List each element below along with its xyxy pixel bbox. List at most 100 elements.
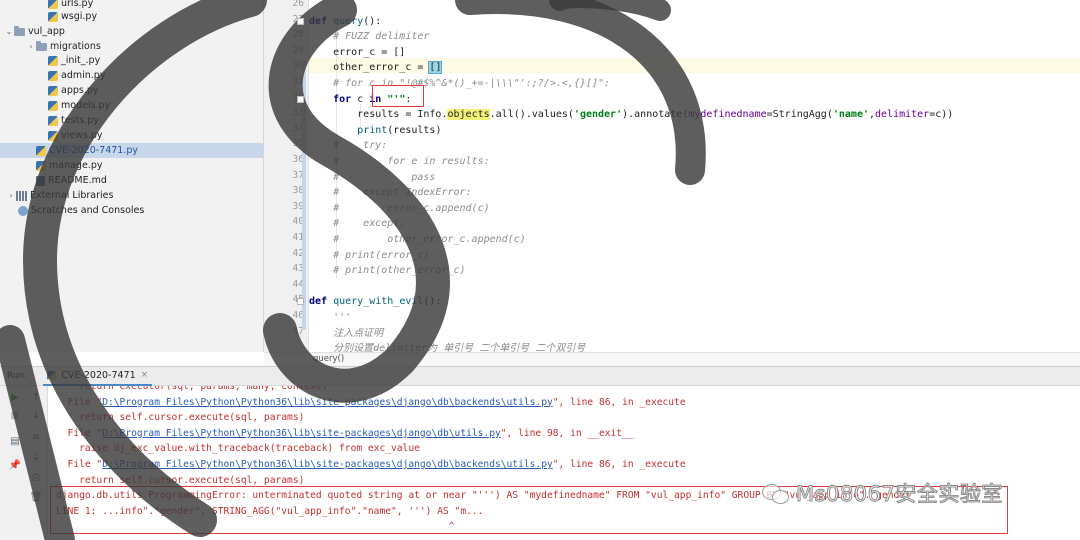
tree-item-label: manage.py bbox=[49, 160, 103, 171]
code-token: (): bbox=[363, 15, 382, 27]
tree-item[interactable]: CVE-2020-7471.py bbox=[0, 143, 263, 158]
code-line: results = Info.objects.all().values('gen… bbox=[309, 107, 953, 122]
code-token: results = Info. bbox=[309, 109, 448, 121]
console-text: return executor(sql, params, many, conte… bbox=[56, 386, 328, 392]
line-number: 35 bbox=[292, 138, 304, 150]
code-token: (): bbox=[423, 296, 442, 308]
library-icon bbox=[16, 190, 27, 201]
folder-icon bbox=[14, 25, 25, 36]
chevron-down-icon[interactable]: ⌄ bbox=[4, 27, 14, 36]
tree-item[interactable]: tests.py bbox=[0, 113, 263, 128]
console-line: return executor(sql, params, many, conte… bbox=[56, 386, 327, 394]
code-token: # except: bbox=[309, 218, 406, 230]
tree-item-label: _init_.py bbox=[61, 55, 101, 66]
file-path-link[interactable]: D:\Program Files\Python\Python36\lib\sit… bbox=[102, 459, 553, 470]
soft-wrap-icon[interactable]: ≡ bbox=[29, 430, 43, 444]
print-icon[interactable]: ⎙ bbox=[29, 470, 43, 484]
code-line: # except IndexError: bbox=[309, 185, 471, 200]
console-text: ", line 86, in _execute bbox=[552, 459, 686, 470]
tree-item[interactable]: views.py bbox=[0, 128, 263, 143]
scratches-icon bbox=[18, 205, 28, 216]
file-path-link[interactable]: D:\Program Files\Python\Python36\lib\sit… bbox=[102, 397, 553, 408]
fold-icon[interactable] bbox=[297, 298, 304, 306]
tree-item[interactable]: apps.py bbox=[0, 83, 263, 98]
tree-item-label: vul_app bbox=[28, 26, 65, 37]
editor-breadcrumb[interactable]: query() bbox=[264, 352, 1080, 366]
code-line: def query_with_evil(): bbox=[309, 294, 441, 309]
code-line: # pass bbox=[309, 170, 435, 185]
tree-item[interactable]: README.md bbox=[0, 173, 263, 188]
line-number: 44 bbox=[292, 278, 304, 290]
code-token: 'name' bbox=[832, 109, 869, 121]
up-arrow-icon[interactable]: ↑ bbox=[29, 390, 43, 404]
code-line: # print(other_error_c) bbox=[309, 263, 465, 278]
code-line: # for e in results: bbox=[309, 154, 490, 169]
code-token: # other_error_c.append(c) bbox=[309, 234, 526, 245]
code-editor[interactable]: def query(): # FUZZ delimiter error_c = … bbox=[309, 0, 1080, 352]
line-number: 34 bbox=[292, 122, 304, 134]
line-number: 33 bbox=[292, 107, 304, 119]
code-token: =StringAgg( bbox=[766, 109, 833, 121]
tree-item[interactable]: Scratches and Consoles bbox=[0, 203, 263, 218]
tree-item[interactable]: ⌄ vul_app bbox=[0, 24, 263, 39]
scroll-to-end-icon[interactable]: ⇣ bbox=[29, 450, 43, 464]
line-number: 47 bbox=[292, 325, 304, 337]
console-line: raise dj_exc_value.with_traceback(traceb… bbox=[56, 441, 420, 456]
console-text: File " bbox=[56, 427, 103, 439]
code-line: other_error_c = [] bbox=[309, 60, 443, 75]
chevron-right-icon[interactable]: › bbox=[6, 191, 16, 200]
code-token: print bbox=[357, 124, 388, 136]
chevron-right-icon[interactable]: › bbox=[26, 42, 36, 51]
tree-item[interactable]: _init_.py bbox=[0, 53, 263, 68]
fold-icon[interactable] bbox=[297, 95, 304, 103]
console-line: File "D:\Program Files\Python\Python36\l… bbox=[56, 395, 686, 410]
code-token: for bbox=[333, 93, 358, 105]
code-token: # pass bbox=[309, 171, 436, 183]
code-token: # try: bbox=[309, 140, 388, 152]
tree-item[interactable]: models.py bbox=[0, 98, 263, 113]
tree-item[interactable]: › External Libraries bbox=[0, 188, 263, 203]
python-file-icon bbox=[47, 370, 57, 380]
tree-item[interactable]: › migrations bbox=[0, 39, 263, 54]
pin-icon[interactable]: 📌 bbox=[8, 458, 22, 472]
run-label: Run: bbox=[7, 371, 28, 381]
tree-item-label: README.md bbox=[48, 175, 107, 186]
console-line: File "D:\Program Files\Python\Python36\l… bbox=[56, 426, 634, 441]
code-token: objects bbox=[447, 109, 490, 121]
clear-icon[interactable]: 🗑 bbox=[29, 490, 43, 504]
folder-icon bbox=[36, 40, 47, 51]
down-arrow-icon[interactable]: ↓ bbox=[29, 408, 43, 422]
tree-item-label: migrations bbox=[50, 41, 101, 52]
layout-icon[interactable]: ▤ bbox=[8, 434, 22, 448]
run-tab-label: CVE-2020-7471 bbox=[61, 369, 136, 381]
line-number: 40 bbox=[292, 216, 304, 228]
code-line: # except: bbox=[309, 216, 405, 231]
run-tab[interactable]: CVE-2020-7471 × bbox=[43, 366, 153, 386]
fold-icon[interactable] bbox=[297, 17, 304, 25]
code-line: # try: bbox=[309, 138, 387, 153]
console-text: File " bbox=[56, 396, 103, 408]
code-token: query bbox=[333, 15, 364, 27]
file-path-link[interactable]: D:\Program Files\Python\Python36\lib\sit… bbox=[102, 428, 501, 439]
tree-item[interactable]: admin.py bbox=[0, 68, 263, 83]
python-file-icon bbox=[36, 145, 46, 156]
rerun-icon[interactable]: ▶ bbox=[8, 390, 22, 404]
code-line: # FUZZ delimiter bbox=[309, 29, 429, 44]
tree-item[interactable]: wsgi.py bbox=[0, 9, 263, 24]
line-number: 30 bbox=[292, 60, 304, 72]
tree-item-label: apps.py bbox=[61, 85, 99, 96]
tree-item[interactable]: manage.py bbox=[0, 158, 263, 173]
code-line: # for c in "!@#$%^&*()_+=-|\\\"':;?/>.<,… bbox=[309, 76, 610, 91]
line-number: 43 bbox=[292, 263, 304, 275]
code-token: .all().values( bbox=[489, 109, 574, 121]
line-number: 28 bbox=[292, 29, 304, 41]
python-file-icon bbox=[48, 70, 58, 81]
code-token: =c)) bbox=[929, 109, 954, 121]
stop-icon[interactable]: ■ bbox=[8, 408, 22, 422]
close-icon[interactable]: × bbox=[141, 370, 149, 380]
code-token: mydefinedname bbox=[688, 109, 767, 121]
line-number: 29 bbox=[292, 44, 304, 56]
python-file-icon bbox=[48, 55, 58, 66]
line-number: 38 bbox=[292, 185, 304, 197]
